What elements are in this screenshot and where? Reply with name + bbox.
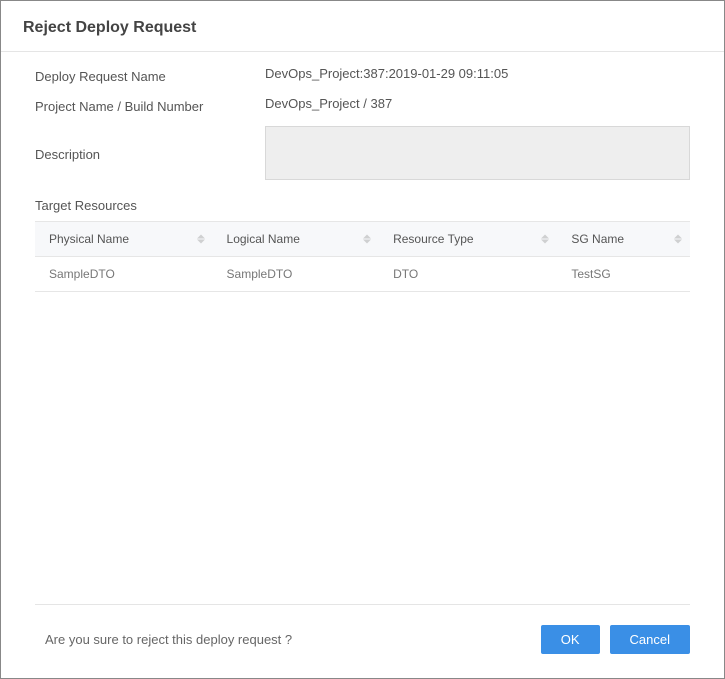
deploy-request-name-label: Deploy Request Name [35,66,265,84]
sort-icon [197,235,205,244]
project-build-label: Project Name / Build Number [35,96,265,114]
description-row: Description [35,126,690,180]
col-resource-type[interactable]: Resource Type [379,222,557,257]
deploy-request-name-value: DevOps_Project:387:2019-01-29 09:11:05 [265,66,508,81]
description-input[interactable] [265,126,690,180]
reject-deploy-dialog: Reject Deploy Request Deploy Request Nam… [0,0,725,679]
col-logical-name-label: Logical Name [227,232,300,246]
project-build-row: Project Name / Build Number DevOps_Proje… [35,96,690,114]
col-physical-name[interactable]: Physical Name [35,222,213,257]
sort-icon [674,235,682,244]
footer-buttons: OK Cancel [541,625,690,654]
col-sg-name-label: SG Name [571,232,624,246]
dialog-title: Reject Deploy Request [23,19,702,37]
table-row: SampleDTO SampleDTO DTO TestSG [35,257,690,292]
col-sg-name[interactable]: SG Name [557,222,690,257]
target-resources-table: Physical Name Logical Name Resource Type… [35,221,690,292]
col-resource-type-label: Resource Type [393,232,474,246]
cell-physical-name: SampleDTO [35,257,213,292]
cell-sg-name: TestSG [557,257,690,292]
confirm-text: Are you sure to reject this deploy reque… [35,632,292,647]
dialog-body: Deploy Request Name DevOps_Project:387:2… [1,52,724,604]
table-header-row: Physical Name Logical Name Resource Type… [35,222,690,257]
description-label: Description [35,144,265,162]
deploy-request-name-row: Deploy Request Name DevOps_Project:387:2… [35,66,690,84]
ok-button[interactable]: OK [541,625,600,654]
col-physical-name-label: Physical Name [49,232,129,246]
col-logical-name[interactable]: Logical Name [213,222,380,257]
cell-resource-type: DTO [379,257,557,292]
cancel-button[interactable]: Cancel [610,625,690,654]
sort-icon [363,235,371,244]
dialog-header: Reject Deploy Request [1,1,724,52]
target-resources-label: Target Resources [35,198,690,213]
project-build-value: DevOps_Project / 387 [265,96,392,111]
cell-logical-name: SampleDTO [213,257,380,292]
sort-icon [541,235,549,244]
dialog-footer: Are you sure to reject this deploy reque… [35,604,690,678]
